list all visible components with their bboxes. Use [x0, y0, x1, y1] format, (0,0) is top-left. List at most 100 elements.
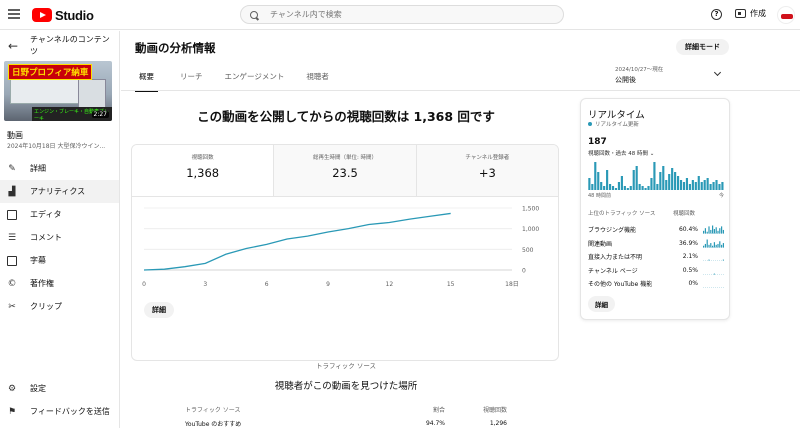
realtime-subtitle-text: リアルタイム更新: [595, 122, 639, 128]
traffic-sparkline: [703, 287, 725, 288]
realtime-views-label-text: 視聴回数・過去 48 時間: [588, 151, 648, 157]
realtime-bar: [685, 178, 689, 190]
sparkline-bar: [722, 242, 724, 247]
tab-reach[interactable]: リーチ: [180, 71, 203, 92]
sparkline-bar: [717, 243, 719, 247]
realtime-bar: [671, 168, 674, 190]
create-button[interactable]: 作成: [735, 8, 766, 19]
realtime-bar: [662, 166, 665, 190]
x-tick-label: 6: [265, 281, 269, 288]
sidebar-item-subtitles[interactable]: 字幕: [0, 249, 119, 272]
sources-list: ブラウジング機能 60.4% 関連動画 36.9% 直接入力または不明 2.1% チャンネル…: [588, 223, 725, 291]
sidebar-item-clips[interactable]: ✂ クリップ: [0, 295, 119, 318]
sparkline-bar: [721, 244, 723, 247]
realtime-subtitle: リアルタイム更新: [588, 120, 639, 128]
sparkline-bar: [703, 230, 705, 234]
metric-watch-time[interactable]: 総再生時間（単位: 時間） 23.5: [274, 145, 417, 196]
search-box[interactable]: [240, 5, 564, 24]
traffic-source-row: チャンネル ページ 0.5%: [588, 264, 725, 278]
realtime-bar: [626, 188, 629, 190]
date-range-label: 公開後: [615, 76, 636, 84]
metric-subscribers[interactable]: チャンネル登録者 +3: [416, 145, 558, 196]
sidebar-item-comments[interactable]: ☰ コメント: [0, 226, 119, 249]
avatar[interactable]: [777, 6, 795, 24]
realtime-details-button[interactable]: 詳細: [588, 296, 615, 312]
realtime-bar: [703, 180, 706, 190]
realtime-bar: [641, 186, 644, 190]
table-row[interactable]: YouTube のおすすめ 94.7% 1,296: [185, 416, 507, 428]
search-input[interactable]: [270, 10, 530, 19]
traffic-source-row: ブラウジング機能 60.4%: [588, 223, 725, 237]
sidebar-item-label: 著作権: [30, 279, 54, 288]
sidebar-item-details[interactable]: ✎ 詳細: [0, 157, 119, 180]
traffic-section-label: トラフィック ソース: [315, 362, 377, 370]
traffic-source-pct: 36.9%: [678, 239, 698, 247]
traffic-title: 視聴者がこの動画を見つけた場所: [274, 381, 418, 392]
live-dot-icon: [588, 122, 592, 126]
menu-icon[interactable]: [8, 9, 20, 19]
realtime-bar: [688, 184, 691, 190]
realtime-bar: [620, 176, 623, 190]
metric-views[interactable]: 視聴回数 1,368: [132, 145, 275, 196]
realtime-bar: [718, 184, 721, 190]
top-bar: Studio ? 作成: [0, 0, 800, 30]
tab-overview[interactable]: 概要: [135, 71, 158, 92]
realtime-bar: [694, 182, 697, 190]
page-title: 動画の分析情報: [135, 41, 216, 55]
tab-engagement[interactable]: エンゲージメント: [225, 71, 285, 92]
realtime-axis-left: 48 時間前: [588, 193, 611, 199]
realtime-bar: [650, 178, 653, 190]
sidebar-item-analytics[interactable]: ▟ アナリティクス: [0, 180, 119, 203]
realtime-bar: [668, 174, 671, 190]
sources-header-label: 上位のトラフィック ソース: [588, 211, 656, 217]
sidebar: ← チャンネルのコンテンツ 日野プロフィア納車 エンジン・ブレーキ・自動車ブレー…: [0, 31, 120, 428]
sidebar-nav: ✎ 詳細 ▟ アナリティクス エディタ ☰ コメント 字幕 © 著作権 ✂ クリ…: [0, 157, 119, 318]
back-arrow-icon[interactable]: ←: [8, 39, 18, 53]
column-header: トラフィック ソース: [185, 406, 241, 414]
metric-label: 総再生時間（単位: 時間）: [312, 155, 378, 161]
sparkline-bar: [717, 230, 719, 234]
sparkline-bar: [712, 245, 714, 247]
realtime-bar: [600, 182, 603, 190]
sidebar-item-feedback[interactable]: ⚑ フィードバックを送信: [0, 400, 119, 423]
date-range-selector[interactable]: 2024/10/27～現在 公開後: [615, 65, 722, 85]
realtime-bar: [700, 182, 703, 190]
advanced-mode-button[interactable]: 詳細モード: [676, 39, 729, 55]
realtime-views-label[interactable]: 視聴回数・過去 48 時間 ⌄: [588, 149, 654, 157]
realtime-bar: [674, 172, 677, 190]
details-button[interactable]: 詳細: [144, 302, 174, 318]
sparkline-bar: [713, 229, 715, 234]
video-thumbnail[interactable]: 日野プロフィア納車 エンジン・ブレーキ・自動車ブレーキ 2:27: [4, 61, 112, 121]
table-header: トラフィック ソース 割合 視聴回数: [185, 402, 507, 416]
thumbnail-truck-body: [10, 76, 80, 104]
x-tick-label: 3: [203, 281, 207, 288]
sparkline-bar: [706, 231, 708, 234]
realtime-bar: [611, 186, 615, 190]
chevron-down-icon: ⌄: [649, 151, 655, 157]
traffic-source-pct: 0%: [688, 280, 698, 288]
analytics-icon: ▟: [8, 186, 16, 197]
realtime-axis-right: 今: [718, 193, 724, 199]
overview-card: 視聴回数 1,368 総再生時間（単位: 時間） 23.5 チャンネル登録者 +…: [131, 144, 559, 361]
realtime-bar: [638, 184, 641, 190]
sparkline-bar: [708, 244, 710, 247]
column-header: 割合: [432, 406, 445, 414]
metric-tabs: 視聴回数 1,368 総再生時間（単位: 時間） 23.5 チャンネル登録者 +…: [132, 145, 558, 197]
help-icon[interactable]: ?: [711, 9, 722, 20]
sidebar-item-settings[interactable]: ⚙ 設定: [0, 377, 119, 400]
tab-audience[interactable]: 視聴者: [306, 71, 329, 92]
realtime-bar: [659, 172, 662, 190]
traffic-pct-cell: 94.7%: [425, 419, 445, 427]
tabs-divider: [121, 90, 800, 91]
realtime-bar: [653, 162, 656, 190]
realtime-bar: [709, 184, 712, 190]
x-tick-label: 15: [447, 281, 455, 288]
traffic-table: トラフィック ソース 割合 視聴回数 YouTube のおすすめ 94.7% 1…: [185, 402, 507, 428]
traffic-source-pct: 60.4%: [678, 226, 698, 234]
sidebar-item-editor[interactable]: エディタ: [0, 203, 119, 226]
realtime-bar: [712, 182, 715, 190]
traffic-sparkline: [703, 225, 725, 234]
sidebar-item-copyright[interactable]: © 著作権: [0, 272, 119, 295]
sidebar-item-label: アナリティクス: [30, 187, 86, 196]
studio-logo[interactable]: Studio: [32, 7, 94, 23]
